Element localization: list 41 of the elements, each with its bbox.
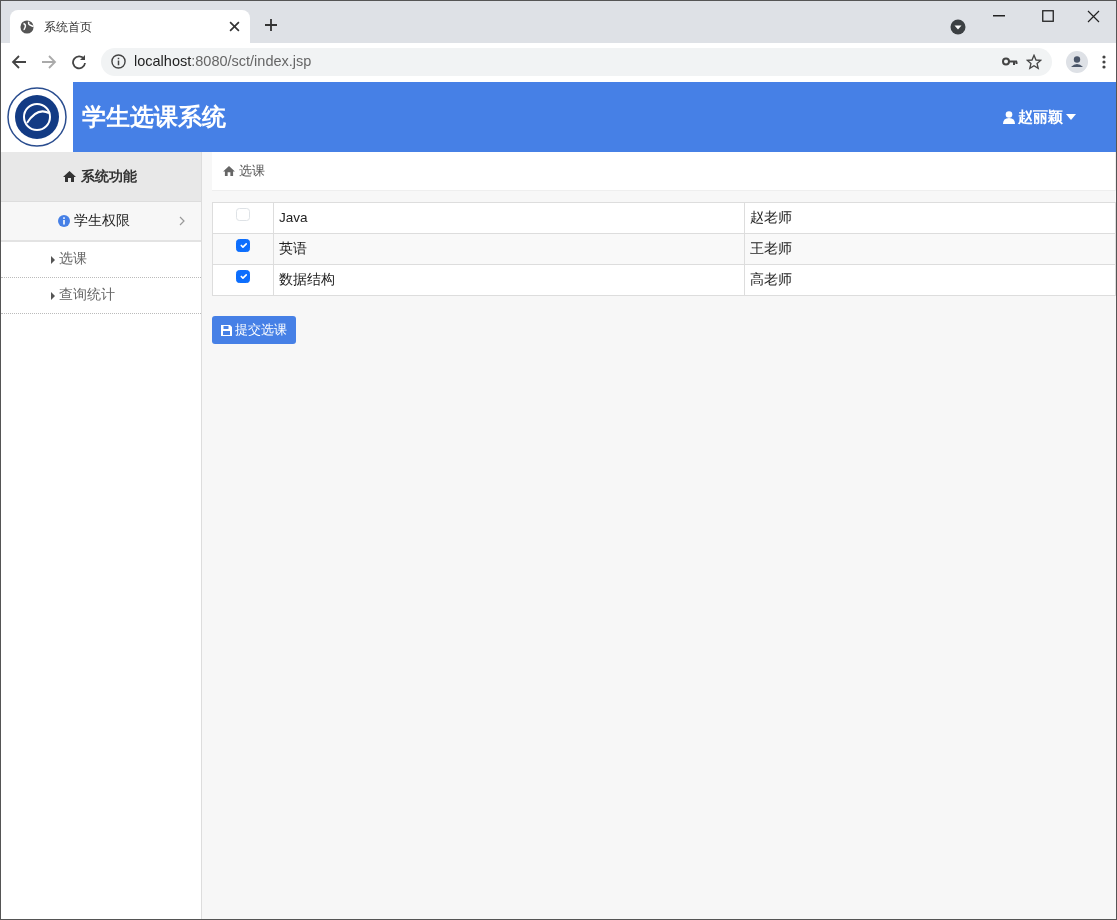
tab-search-icon[interactable] <box>950 19 966 35</box>
menu-icon[interactable] <box>1102 54 1106 69</box>
chevron-icon <box>179 216 185 226</box>
caret-icon <box>1066 114 1076 120</box>
key-icon <box>1002 57 1018 66</box>
reload-icon[interactable] <box>71 53 87 70</box>
sidebar-heading: 系统功能 <box>81 167 137 186</box>
close-icon[interactable] <box>1087 10 1100 23</box>
submit-button[interactable]: 提交选课 <box>212 316 296 344</box>
app-title: 学生选课系统 <box>82 102 226 132</box>
home-icon <box>223 166 235 176</box>
course-checkbox[interactable] <box>236 238 250 253</box>
course-name-cell: 英语 <box>273 233 745 265</box>
new-tab-icon[interactable] <box>264 18 278 32</box>
info-icon <box>111 54 126 69</box>
user-menu[interactable]: 赵丽颖 <box>997 104 1082 130</box>
globe-icon <box>20 19 34 34</box>
triangle-icon <box>51 255 55 264</box>
browser-tab[interactable]: 系统首页 <box>10 10 250 43</box>
profile-icon[interactable] <box>1066 50 1088 73</box>
maximize-icon[interactable] <box>1042 10 1054 22</box>
sidebar-group[interactable]: 学生权限 <box>1 202 201 242</box>
teacher-cell: 王老师 <box>744 233 1116 265</box>
back-icon[interactable] <box>11 53 27 70</box>
save-icon <box>221 324 232 336</box>
close-icon[interactable] <box>229 21 240 32</box>
tab-title: 系统首页 <box>44 18 93 36</box>
course-checkbox[interactable] <box>236 269 250 284</box>
url-text: localhost:8080/sct/index.jsp <box>134 51 312 71</box>
triangle-icon <box>51 291 55 300</box>
info-icon <box>58 215 70 227</box>
emblem-logo <box>7 87 67 147</box>
teacher-cell: 赵老师 <box>744 202 1116 234</box>
home-icon <box>63 171 76 182</box>
star-icon <box>1026 53 1042 70</box>
course-name-cell: Java <box>273 202 745 234</box>
course-name-cell: 数据结构 <box>273 264 745 296</box>
breadcrumb-text: 选课 <box>239 162 265 181</box>
user-icon <box>1003 110 1015 124</box>
address-bar[interactable]: localhost:8080/sct/index.jsp <box>101 47 1052 76</box>
teacher-cell: 高老师 <box>744 264 1116 296</box>
